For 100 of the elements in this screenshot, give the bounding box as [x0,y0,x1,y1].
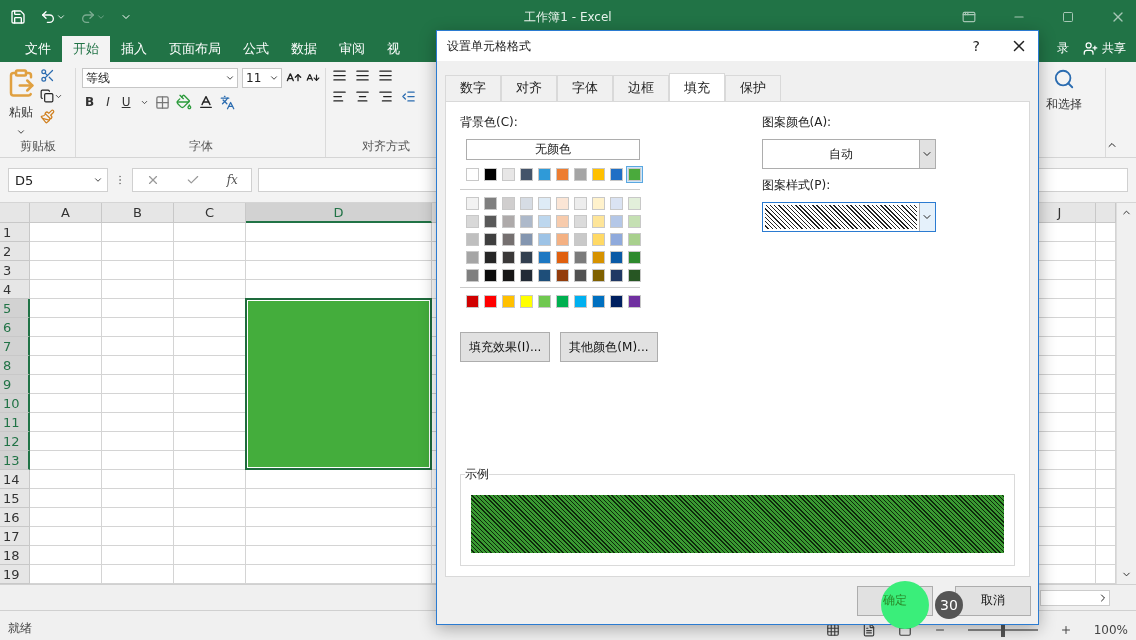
find-select-button[interactable]: 和选择 [1045,96,1082,113]
dialog-tab[interactable]: 保护 [725,75,781,101]
table-cell[interactable] [246,489,432,508]
table-cell[interactable] [102,337,174,356]
column-header[interactable]: A [30,203,102,223]
no-color-button[interactable]: 无颜色 [466,139,640,160]
dialog-tab[interactable]: 填充 [669,73,725,102]
table-cell[interactable] [102,489,174,508]
table-cell[interactable] [246,470,432,489]
table-cell[interactable] [102,394,174,413]
font-color-icon[interactable] [197,94,214,110]
color-swatch[interactable] [628,215,641,228]
table-cell[interactable] [174,223,246,242]
horizontal-scrollbar[interactable] [1040,589,1110,606]
color-swatch[interactable] [628,251,641,264]
table-cell[interactable] [30,375,102,394]
color-swatch[interactable] [520,251,533,264]
ribbon-tab[interactable]: 文件 [14,36,62,62]
table-cell[interactable] [102,470,174,489]
color-swatch[interactable] [628,269,641,282]
table-cell[interactable] [30,546,102,565]
table-cell[interactable] [102,508,174,527]
search-icon[interactable] [1052,68,1075,90]
font-name-field[interactable]: 等线 [82,68,238,88]
row-header[interactable]: 9 [0,375,30,394]
table-cell[interactable] [102,299,174,318]
color-swatch[interactable] [520,215,533,228]
align-right-icon[interactable] [378,89,393,104]
color-swatch[interactable] [538,215,551,228]
cut-icon[interactable] [40,68,55,83]
ribbon-tab[interactable]: 开始 [62,36,110,62]
table-cell[interactable] [1096,223,1116,242]
ribbon-tab[interactable]: 视 [376,36,411,62]
copy-icon[interactable] [40,89,63,103]
format-painter-icon[interactable] [40,109,55,124]
vertical-scrollbar[interactable] [1116,203,1136,584]
normal-view-icon[interactable] [825,623,840,637]
table-cell[interactable] [30,337,102,356]
table-cell[interactable] [174,565,246,584]
table-cell[interactable] [174,470,246,489]
table-cell[interactable] [174,242,246,261]
column-header[interactable] [1096,203,1116,223]
table-cell[interactable] [174,261,246,280]
color-swatch[interactable] [538,251,551,264]
row-header[interactable]: 18 [0,546,30,565]
ribbon-tab[interactable]: 审阅 [328,36,376,62]
phonetic-icon[interactable] [219,94,235,110]
dialog-tab[interactable]: 边框 [613,75,669,101]
column-header[interactable]: B [102,203,174,223]
dropdown-arrow-button[interactable] [918,140,935,168]
table-cell[interactable] [30,356,102,375]
color-swatch[interactable] [574,251,587,264]
table-cell[interactable] [30,470,102,489]
row-header[interactable]: 8 [0,356,30,375]
table-cell[interactable] [102,280,174,299]
table-cell[interactable] [102,565,174,584]
save-icon[interactable] [10,9,26,25]
table-cell[interactable] [102,527,174,546]
color-swatch[interactable] [538,233,551,246]
row-header[interactable]: 17 [0,527,30,546]
row-header[interactable]: 4 [0,280,30,299]
color-swatch[interactable] [466,269,479,282]
color-swatch[interactable] [484,197,497,210]
table-cell[interactable] [1096,565,1116,584]
select-all-corner[interactable] [0,203,30,223]
fill-color-icon[interactable] [175,94,192,110]
color-swatch[interactable] [628,197,641,210]
table-cell[interactable] [1096,508,1116,527]
table-cell[interactable] [246,261,432,280]
dialog-tab[interactable]: 对齐 [501,75,557,101]
table-cell[interactable] [246,546,432,565]
color-swatch[interactable] [592,251,605,264]
color-swatch[interactable] [628,233,641,246]
table-cell[interactable] [30,413,102,432]
table-cell[interactable] [1096,413,1116,432]
row-header[interactable]: 19 [0,565,30,584]
color-swatch[interactable] [610,197,623,210]
zoom-in-icon[interactable] [1059,624,1072,636]
sign-in-link[interactable]: 录 [1057,40,1069,57]
table-cell[interactable] [246,223,432,242]
color-swatch[interactable] [484,233,497,246]
dialog-tab[interactable]: 字体 [557,75,613,101]
table-cell[interactable] [30,223,102,242]
color-swatch[interactable] [520,269,533,282]
color-swatch[interactable] [466,251,479,264]
color-swatch[interactable] [538,269,551,282]
ribbon-display-icon[interactable] [962,9,976,25]
table-cell[interactable] [174,280,246,299]
align-bottom-icon[interactable] [378,68,393,83]
column-header[interactable]: C [174,203,246,223]
table-cell[interactable] [102,318,174,337]
underline-button[interactable]: U [118,95,134,109]
indent-icon[interactable] [401,89,416,104]
more-colors-button[interactable]: 其他颜色(M)... [560,332,658,362]
color-swatch[interactable] [484,269,497,282]
table-cell[interactable] [1096,356,1116,375]
row-header[interactable]: 15 [0,489,30,508]
color-swatch[interactable] [502,251,515,264]
insert-function-button[interactable]: fx [226,173,238,187]
ribbon-tab[interactable]: 数据 [280,36,328,62]
